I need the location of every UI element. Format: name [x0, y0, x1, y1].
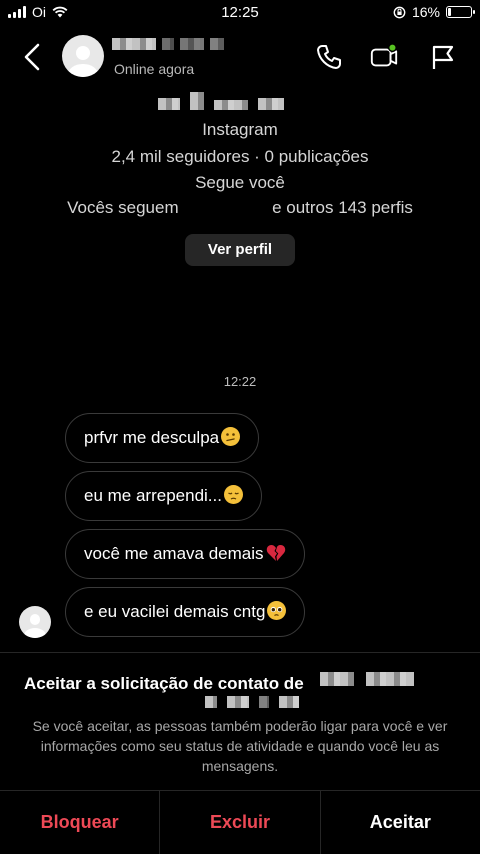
delete-button[interactable]: Excluir	[159, 791, 319, 854]
message-text: você me amava demais	[84, 544, 264, 563]
request-name-redacted	[320, 672, 414, 686]
pleading-face-icon	[267, 601, 287, 620]
message-text: e eu vacilei demais cntg	[84, 602, 266, 621]
message-bubble[interactable]: eu me arrependi...	[65, 471, 262, 521]
request-name-redacted-2	[205, 696, 299, 708]
follows-you-label: Segue você	[195, 173, 285, 192]
status-bar: Oi 12:25 16%	[0, 0, 480, 26]
request-title: Aceitar a solicitação de contato de	[24, 674, 304, 693]
accept-button[interactable]: Aceitar	[319, 791, 480, 854]
message-text: prfvr me desculpa	[84, 428, 220, 447]
request-divider	[0, 652, 480, 653]
pensive-face-icon	[223, 485, 243, 504]
phone-icon[interactable]	[314, 42, 344, 72]
contact-name-redacted[interactable]	[112, 38, 224, 52]
confused-face-icon	[221, 427, 241, 446]
message-bubble[interactable]: você me amava demais	[65, 529, 305, 579]
username-redacted	[158, 90, 284, 110]
orientation-lock-icon	[393, 6, 406, 18]
message-bubble[interactable]: prfvr me desculpa	[65, 413, 260, 463]
mutual-suffix: e outros 143 perfis	[272, 198, 413, 217]
status-right: 16%	[393, 4, 475, 20]
mutual-name-redacted	[183, 199, 268, 215]
flag-icon[interactable]	[428, 42, 458, 72]
mutual-prefix: Vocês seguem	[67, 198, 179, 217]
video-call-icon[interactable]	[369, 42, 399, 72]
mutual-followers: Vocês seguem e outros 143 perfis	[0, 198, 480, 218]
sender-avatar[interactable]	[19, 606, 51, 638]
message-timestamp: 12:22	[223, 374, 257, 389]
battery-icon	[446, 6, 475, 18]
contact-status: Online agora	[114, 61, 195, 77]
message-bubble[interactable]: e eu vacilei demais cntg	[65, 587, 306, 637]
block-button[interactable]: Bloquear	[0, 791, 159, 854]
chat-header: Online agora	[0, 26, 480, 90]
contact-avatar[interactable]	[62, 35, 104, 77]
battery-fill	[448, 8, 451, 16]
request-actions: Bloquear Excluir Aceitar	[0, 790, 480, 854]
battery-percent: 16%	[411, 4, 440, 20]
back-arrow-icon[interactable]	[18, 40, 46, 74]
view-profile-button[interactable]: Ver perfil	[185, 234, 295, 266]
profile-platform: Instagram	[202, 120, 278, 139]
request-description: Se você aceitar, as pessoas também poder…	[32, 718, 448, 774]
message-text: eu me arrependi...	[84, 486, 222, 505]
profile-stats: 2,4 mil seguidores · 0 publicações	[111, 147, 369, 166]
broken-heart-icon	[266, 544, 286, 562]
